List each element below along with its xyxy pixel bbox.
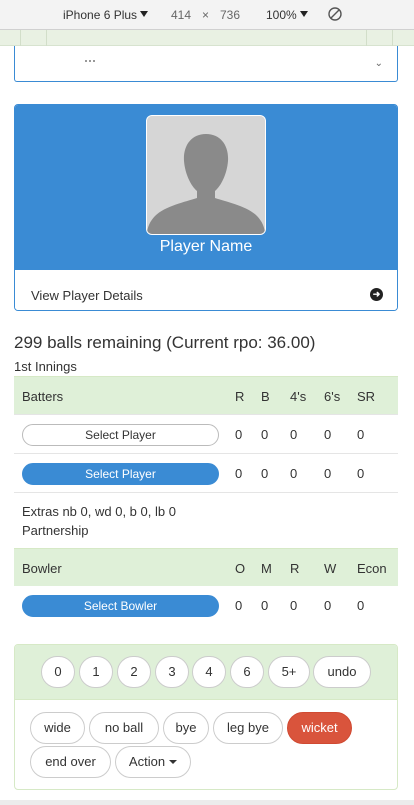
no-ball-button[interactable]: no ball [89, 712, 159, 744]
chevron-down-icon [140, 11, 149, 17]
batters-table-header: Batters R B 4's 6's SR [14, 376, 398, 414]
bowler-heading: Bowler [22, 561, 62, 576]
player-card-header: Player Name [15, 105, 397, 269]
dimension-separator: × [202, 8, 210, 22]
bowler-maidens: 0 [261, 598, 269, 613]
run-button-5-plus[interactable]: 5+ [268, 656, 310, 688]
undo-button[interactable]: undo [313, 656, 371, 688]
col-overs: O [235, 561, 246, 576]
run-button-4[interactable]: 4 [192, 656, 226, 688]
viewport-width[interactable]: 414 [171, 8, 191, 22]
col-economy: Econ [357, 561, 387, 576]
col-sixes: 6's [324, 389, 341, 404]
bowler-table-header: Bowler O M R W Econ [14, 548, 398, 586]
batter-strike-rate: 0 [357, 427, 365, 442]
batter-balls: 0 [261, 466, 269, 481]
previous-panel: ⌄ [14, 46, 398, 82]
balls-remaining: 299 balls remaining (Current rpo: 36.00) [14, 333, 316, 352]
col-balls: B [261, 389, 270, 404]
view-player-details-label: View Player Details [31, 288, 143, 303]
batter-runs: 0 [235, 427, 243, 442]
batter-runs: 0 [235, 466, 243, 481]
batter-row: Select Player 0 0 0 0 0 [14, 453, 398, 492]
wide-button[interactable]: wide [30, 712, 85, 744]
leg-bye-button[interactable]: leg bye [213, 712, 283, 744]
zoom-select[interactable]: 100% [266, 8, 308, 22]
bye-button[interactable]: bye [163, 712, 209, 744]
extras-text: Extras nb 0, wd 0, b 0, lb 0 [22, 504, 176, 519]
batter-sixes: 0 [324, 466, 332, 481]
device-label: iPhone 6 Plus [63, 8, 138, 22]
batter-sixes: 0 [324, 427, 332, 442]
wicket-button[interactable]: wicket [287, 712, 352, 744]
partnership-label: Partnership [22, 523, 89, 538]
batter-fours: 0 [290, 466, 298, 481]
truncated-content [85, 60, 95, 62]
chevron-down-icon[interactable]: ⌄ [375, 58, 383, 69]
bowler-row: Select Bowler 0 0 0 0 0 [14, 586, 398, 625]
batter-row: Select Player 0 0 0 0 0 [14, 414, 398, 453]
batter-balls: 0 [261, 427, 269, 442]
bowler-economy: 0 [357, 598, 365, 613]
player-name: Player Name [159, 238, 253, 255]
batter-strike-rate: 0 [357, 466, 365, 481]
viewport-height[interactable]: 736 [220, 8, 240, 22]
select-player-button[interactable]: Select Player [22, 424, 219, 446]
run-buttons: 0 1 2 3 4 6 5+ undo [15, 645, 397, 700]
col-runs: R [235, 389, 245, 404]
col-strike-rate: SR [357, 389, 376, 404]
end-over-button[interactable]: end over [30, 746, 111, 778]
scoring-panel: 0 1 2 3 4 6 5+ undo wide no ball bye leg… [14, 644, 398, 790]
arrow-circle-right-icon: ➜ [370, 288, 383, 301]
player-card: Player Name View Player Details ➜ [14, 104, 398, 311]
col-fours: 4's [290, 389, 307, 404]
zoom-label: 100% [266, 8, 297, 22]
action-label: Action [128, 754, 166, 769]
select-player-button[interactable]: Select Player [22, 463, 219, 485]
bowler-overs: 0 [235, 598, 243, 613]
caret-down-icon [169, 760, 178, 764]
run-button-3[interactable]: 3 [155, 656, 189, 688]
run-button-0[interactable]: 0 [41, 656, 75, 688]
col-wickets: W [324, 561, 337, 576]
media-query-bar [0, 30, 414, 46]
player-avatar [146, 115, 266, 235]
view-player-details-link[interactable]: View Player Details ➜ [15, 269, 397, 310]
bowler-runs: 0 [290, 598, 298, 613]
person-silhouette-icon [147, 116, 265, 234]
extras-section: Extras nb 0, wd 0, b 0, lb 0 Partnership [14, 492, 398, 548]
run-button-1[interactable]: 1 [79, 656, 113, 688]
device-select[interactable]: iPhone 6 Plus [63, 8, 149, 22]
page-bottom-edge [0, 800, 414, 805]
chevron-down-icon [299, 11, 308, 17]
col-runs: R [290, 561, 300, 576]
bowler-wickets: 0 [324, 598, 332, 613]
innings-label: 1st Innings [14, 359, 77, 374]
devtools-toolbar: iPhone 6 Plus 414 × 736 100% [0, 0, 414, 30]
col-maidens: M [261, 561, 272, 576]
run-button-6[interactable]: 6 [230, 656, 264, 688]
run-button-2[interactable]: 2 [117, 656, 151, 688]
batter-fours: 0 [290, 427, 298, 442]
select-bowler-button[interactable]: Select Bowler [22, 595, 219, 617]
batters-heading: Batters [22, 389, 64, 404]
rotate-icon[interactable] [327, 6, 343, 22]
action-dropdown[interactable]: Action [115, 746, 191, 778]
